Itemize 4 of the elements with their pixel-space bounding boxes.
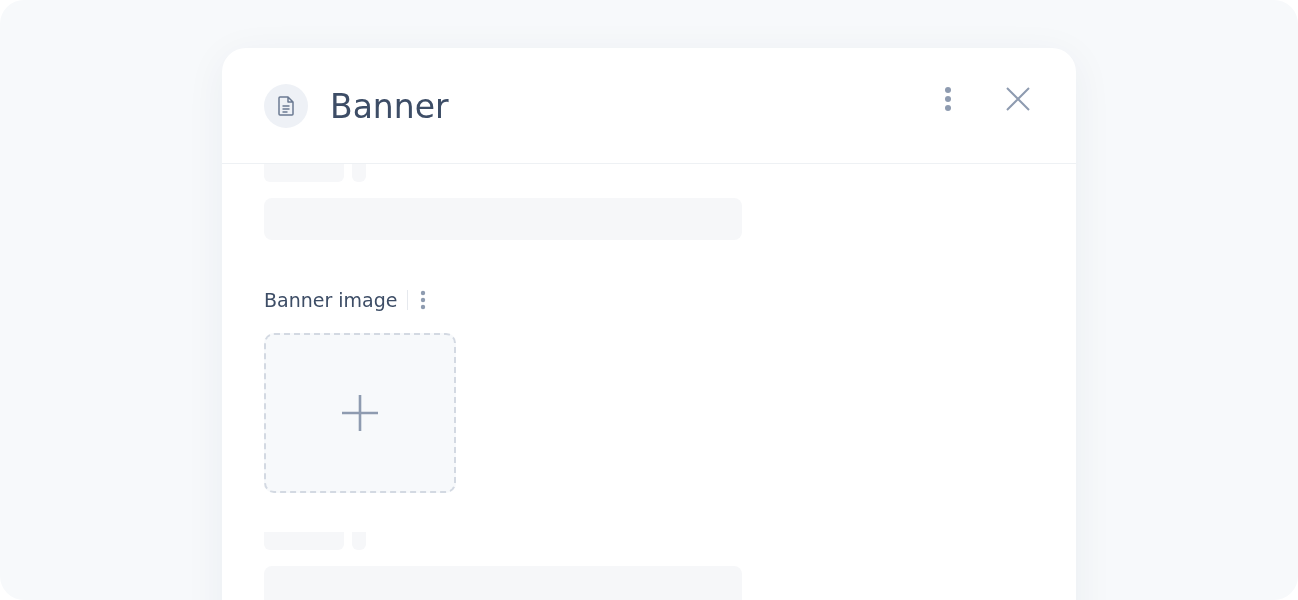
document-icon xyxy=(264,83,308,128)
field-label: Banner image xyxy=(264,289,398,311)
dialog-title: Banner xyxy=(330,87,450,126)
plus-icon xyxy=(341,394,379,432)
